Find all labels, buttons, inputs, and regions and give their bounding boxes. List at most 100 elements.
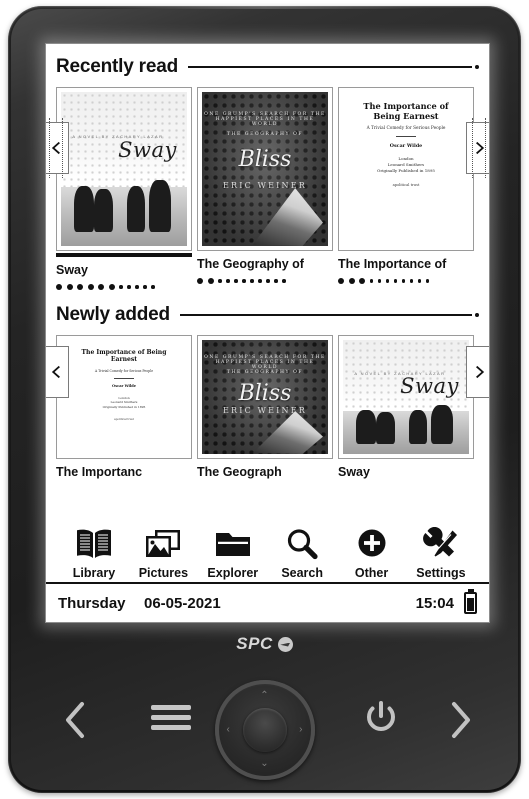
status-day: Thursday [58, 594, 126, 612]
header-end-dot [475, 65, 479, 69]
section-newly-added: Newly added The Importance of Being Earne… [46, 304, 489, 479]
cover-series-line: THE GEOGRAPHY OF [226, 369, 304, 375]
book-cover[interactable]: The Importance of Being Earnest A Trivial… [338, 87, 474, 251]
spc-check-mark-icon [277, 636, 293, 652]
progress-dot [338, 278, 344, 284]
book-cover[interactable]: A NOVEL BY ZACHARY LAZAR Sway [338, 335, 474, 459]
magnifier-icon[interactable] [268, 523, 336, 565]
progress-dot [377, 279, 381, 283]
selected-indicator [56, 253, 192, 257]
cover-figure [126, 185, 146, 233]
progress-dot [127, 285, 131, 289]
book-cover[interactable]: The Importance of Being Earnest A Trivial… [56, 335, 192, 459]
progress-dot [56, 284, 62, 290]
cover-footer: apolitical trust [114, 417, 134, 421]
cover-kicker: ONE GRUMP'S SEARCH FOR THE HAPPIEST PLAC… [204, 112, 326, 128]
toolbar-item-label: Pictures [138, 566, 189, 580]
ereader-device: Recently read A NOVEL BY ZACHARY LAZAR Swa… [8, 6, 521, 793]
section-header: Newly added [46, 304, 489, 326]
book-title: The Importance of [338, 257, 447, 271]
toolbar-item-pictures[interactable]: Pictures [129, 523, 197, 580]
cover-footer: apolitical trust [392, 182, 420, 187]
toolbar-item-settings[interactable]: Settings [407, 523, 475, 580]
progress-dot [234, 279, 238, 283]
chevron-left-icon [51, 365, 60, 379]
book-cover[interactable]: ONE GRUMP'S SEARCH FOR THE HAPPIEST PLAC… [197, 335, 333, 459]
cover-figure [93, 189, 113, 233]
cover-art-bliss: ONE GRUMP'S SEARCH FOR THE HAPPIEST PLAC… [202, 92, 328, 246]
toolbar-item-label: Other [354, 566, 389, 580]
hw-power-button[interactable] [359, 696, 403, 740]
prev-books-button[interactable] [46, 346, 69, 398]
reading-progress-dots [197, 276, 333, 286]
hardware-controls: ⌃ ⌄ ‹ › [8, 678, 521, 780]
prev-books-button[interactable] [46, 118, 69, 178]
cover-title: Bliss [238, 381, 292, 407]
progress-dot [197, 278, 203, 284]
divider [396, 136, 416, 138]
reading-progress-dots [56, 282, 192, 292]
cover-art-sway: A NOVEL BY ZACHARY LAZAR Sway [61, 92, 187, 246]
folder-icon[interactable] [199, 523, 267, 565]
hw-next-page-button[interactable] [441, 696, 479, 744]
progress-dot [348, 278, 355, 284]
chevron-right-icon [475, 141, 484, 155]
photos-icon[interactable] [129, 523, 197, 565]
book-item[interactable]: The Importance of Being Earnest A Trivial… [56, 335, 192, 479]
progress-dot [151, 285, 155, 289]
plus-circle-icon[interactable] [338, 523, 406, 565]
status-right: 15:04 [416, 592, 477, 614]
brand-name: SPC [236, 634, 273, 653]
bottom-toolbar: Library Pictures Explorer Search Other Settin… [46, 523, 489, 580]
book-item[interactable]: A NOVEL BY ZACHARY LAZAR Sway Sway [56, 87, 192, 292]
dpad-down-icon[interactable]: ⌄ [260, 759, 268, 769]
book-item[interactable]: The Importance of Being Earnest A Trivial… [338, 87, 474, 286]
ereader-screen: Recently read A NOVEL BY ZACHARY LAZAR Swa… [46, 44, 489, 622]
hw-menu-button[interactable] [148, 700, 194, 734]
header-end-dot [475, 313, 479, 317]
progress-dot [218, 279, 222, 283]
toolbar-item-label: Settings [416, 566, 466, 580]
toolbar-item-other[interactable]: Other [338, 523, 406, 580]
progress-dot [242, 279, 246, 283]
wrench-screwdriver-icon[interactable] [407, 523, 475, 565]
title-page: The Importance of Being Earnest A Trivial… [61, 340, 187, 454]
book-item[interactable]: A NOVEL BY ZACHARY LAZAR Sway Sway [338, 335, 474, 479]
dpad-ok-button[interactable] [242, 708, 287, 752]
next-books-button[interactable] [466, 346, 489, 398]
brand-logo: SPC [8, 634, 521, 654]
battery-icon [464, 592, 477, 614]
toolbar-item-search[interactable]: Search [268, 523, 336, 580]
book-item[interactable]: ONE GRUMP'S SEARCH FOR THE HAPPIEST PLAC… [197, 87, 333, 286]
status-date: 06-05-2021 [144, 594, 221, 612]
cover-art-sway: A NOVEL BY ZACHARY LAZAR Sway [343, 340, 469, 454]
book-title: Sway [338, 465, 370, 479]
toolbar-item-explorer[interactable]: Explorer [199, 523, 267, 580]
open-book-icon[interactable] [60, 523, 128, 565]
title-page: The Importance of Being Earnest A Trivial… [343, 92, 469, 246]
book-item[interactable]: ONE GRUMP'S SEARCH FOR THE HAPPIEST PLAC… [197, 335, 333, 479]
hw-previous-page-button[interactable] [56, 696, 94, 744]
header-rule [179, 314, 472, 316]
toolbar-item-library[interactable]: Library [60, 523, 128, 580]
cover-art-earnest: The Importance of Being Earnest A Trivial… [61, 340, 187, 454]
progress-dot [369, 279, 373, 283]
progress-dot [417, 279, 421, 283]
hw-dpad[interactable]: ⌃ ⌄ ‹ › [214, 680, 315, 780]
dpad-up-icon[interactable]: ⌃ [260, 691, 268, 701]
cover-subtitle: A Trivial Comedy for Serious People [94, 368, 154, 373]
next-books-button[interactable] [466, 118, 489, 178]
cover-figure [375, 411, 395, 444]
chevron-left-icon [51, 141, 60, 155]
book-cover[interactable]: A NOVEL BY ZACHARY LAZAR Sway [56, 87, 192, 251]
dpad-left-icon[interactable]: ‹ [227, 725, 230, 735]
menu-line [151, 704, 191, 710]
progress-dot [359, 278, 365, 284]
progress-dot [108, 284, 115, 290]
dpad-right-icon[interactable]: › [299, 725, 302, 735]
progress-dot [250, 279, 254, 283]
book-cover[interactable]: ONE GRUMP'S SEARCH FOR THE HAPPIEST PLAC… [197, 87, 333, 251]
cover-author: Oscar Wilde [389, 142, 423, 149]
cover-imprint: London Leonard Smithers Originally Publish… [377, 156, 435, 174]
progress-dot [409, 279, 413, 283]
